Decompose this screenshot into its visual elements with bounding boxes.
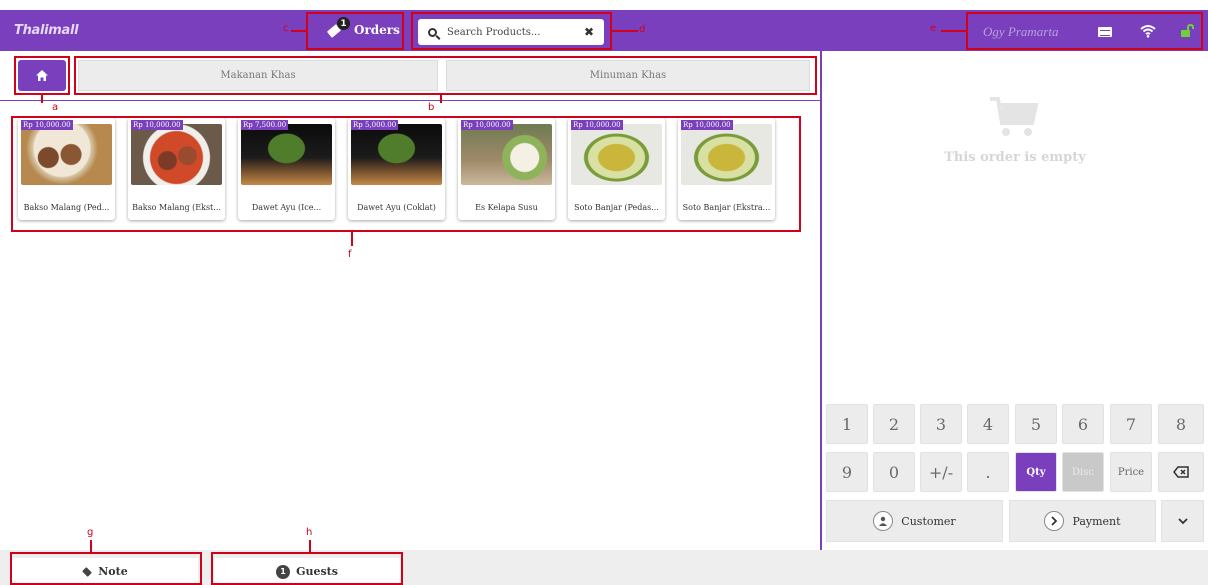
product-price: Rp 10,000.00 <box>21 120 73 130</box>
annotation-label-d: d <box>639 24 646 35</box>
annotation-line-a <box>41 95 43 103</box>
product-price: Rp 10,000.00 <box>571 120 623 130</box>
product-price: Rp 10,000.00 <box>681 120 733 130</box>
qty-mode-button[interactable]: Qty <box>1015 452 1057 492</box>
annotation-line-f <box>351 232 353 246</box>
annotation-label-c: c <box>283 23 289 34</box>
annotation-line-h <box>309 540 311 552</box>
backspace-button[interactable] <box>1158 452 1204 492</box>
annotation-line-d <box>612 30 638 32</box>
annotation-label-e: e <box>930 23 937 34</box>
annotation-box-f <box>11 116 801 232</box>
product-price: Rp 7,500.00 <box>241 120 289 130</box>
annotation-box-b <box>74 56 817 95</box>
chevron-down-icon <box>1177 517 1188 524</box>
key-2[interactable]: 2 <box>873 404 915 444</box>
empty-order-message: This order is empty <box>944 150 1086 165</box>
key-7[interactable]: 7 <box>1110 404 1152 444</box>
key-1[interactable]: 1 <box>826 404 868 444</box>
key-0[interactable]: 0 <box>873 452 915 492</box>
annotation-line-b <box>440 95 442 103</box>
customer-button[interactable]: Customer <box>826 500 1003 542</box>
price-mode-button[interactable]: Price <box>1110 452 1152 492</box>
customer-label: Customer <box>901 514 956 528</box>
payment-label: Payment <box>1072 514 1121 528</box>
panel-divider <box>820 51 822 550</box>
backspace-icon <box>1173 466 1189 478</box>
key-9[interactable]: 9 <box>826 452 868 492</box>
key-plus-minus[interactable]: +/- <box>920 452 962 492</box>
annotation-label-g: g <box>87 527 94 538</box>
annotation-line-c <box>291 30 306 32</box>
annotation-box-h <box>211 552 403 585</box>
payment-button[interactable]: Payment <box>1009 500 1156 542</box>
chevron-right-icon <box>1044 511 1065 531</box>
annotation-label-b: b <box>428 102 435 113</box>
key-decimal[interactable]: . <box>967 452 1009 492</box>
key-6[interactable]: 6 <box>1062 404 1104 444</box>
product-price: Rp 5,000.00 <box>351 120 399 130</box>
annotation-label-f: f <box>348 249 352 260</box>
product-price: Rp 10,000.00 <box>131 120 183 130</box>
annotation-box-g <box>10 552 202 585</box>
annotation-line-e <box>941 30 966 32</box>
disc-mode-button[interactable]: Disc <box>1062 452 1104 492</box>
product-price: Rp 10,000.00 <box>461 120 513 130</box>
key-4[interactable]: 4 <box>967 404 1009 444</box>
annotation-box-c <box>306 12 404 50</box>
annotation-box-d <box>411 12 612 50</box>
brand-logo: Thalimall <box>14 23 79 38</box>
key-8[interactable]: 8 <box>1158 404 1204 444</box>
category-divider <box>0 100 820 101</box>
annotation-box-a <box>14 56 70 95</box>
annotation-label-a: a <box>52 102 59 113</box>
user-icon <box>873 511 894 531</box>
more-actions-button[interactable] <box>1161 500 1204 542</box>
key-5[interactable]: 5 <box>1015 404 1057 444</box>
key-3[interactable]: 3 <box>920 404 962 444</box>
annotation-line-g <box>90 540 92 552</box>
cart-icon <box>990 97 1039 136</box>
annotation-label-h: h <box>306 527 313 538</box>
annotation-box-e <box>966 12 1203 50</box>
